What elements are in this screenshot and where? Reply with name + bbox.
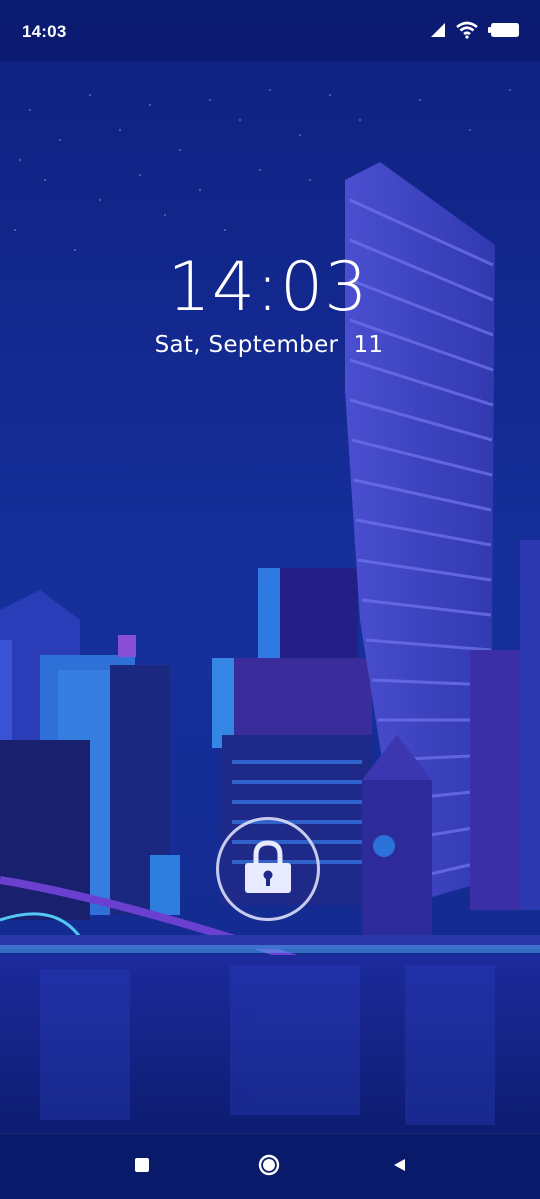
unlock-button[interactable] xyxy=(216,817,320,921)
navigation-bar xyxy=(0,1133,540,1199)
home-button[interactable] xyxy=(239,1134,299,1199)
back-button[interactable] xyxy=(369,1134,429,1199)
lockscreen-date: Sat, September 11 xyxy=(154,332,384,358)
lockscreen-clock: 14:03 xyxy=(167,248,369,327)
city-wallpaper xyxy=(0,0,540,1199)
status-bar-icons xyxy=(430,21,520,43)
signal-icon xyxy=(430,22,446,42)
padlock-icon xyxy=(243,839,293,899)
recents-square-icon xyxy=(134,1157,150,1177)
lock-screen: 14:03 14:03 Sat, September 11 xyxy=(0,0,540,1199)
home-circle-icon xyxy=(258,1154,280,1180)
battery-icon xyxy=(488,22,520,42)
back-triangle-icon xyxy=(391,1157,407,1177)
status-bar: 14:03 xyxy=(0,0,540,62)
status-bar-time: 14:03 xyxy=(22,22,67,41)
recents-button[interactable] xyxy=(112,1134,172,1199)
wifi-icon xyxy=(456,21,478,43)
